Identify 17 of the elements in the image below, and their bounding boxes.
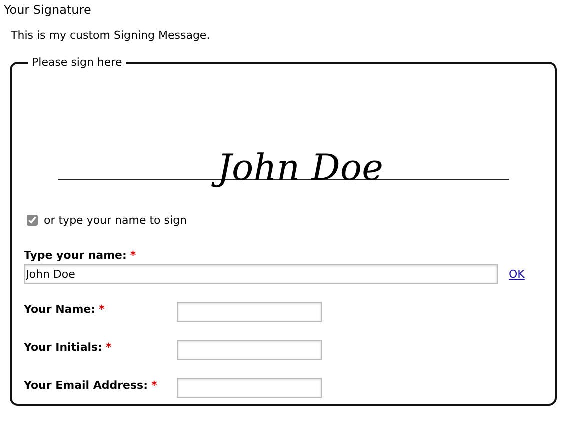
field-label: Type your name: [24,249,127,262]
input-field[interactable] [177,302,322,322]
required-mark: * [152,378,158,392]
required-mark: * [106,340,112,354]
checkbox-label: or type your name to sign [44,214,188,227]
signing-message: This is my custom Signing Message. [11,29,210,42]
field-label: Your Email Address: [24,378,148,392]
required-mark: * [130,249,136,262]
field-label: Your Initials: [24,340,102,354]
input-field[interactable] [177,378,322,398]
input-field[interactable] [177,340,322,360]
field-label: Your Name: [24,302,96,316]
panel-legend: Please sign here [28,56,126,69]
page-title: Your Signature [4,3,92,17]
required-mark: * [99,302,105,316]
type-name-checkbox[interactable] [27,215,38,226]
ok-link[interactable]: OK [509,268,525,280]
